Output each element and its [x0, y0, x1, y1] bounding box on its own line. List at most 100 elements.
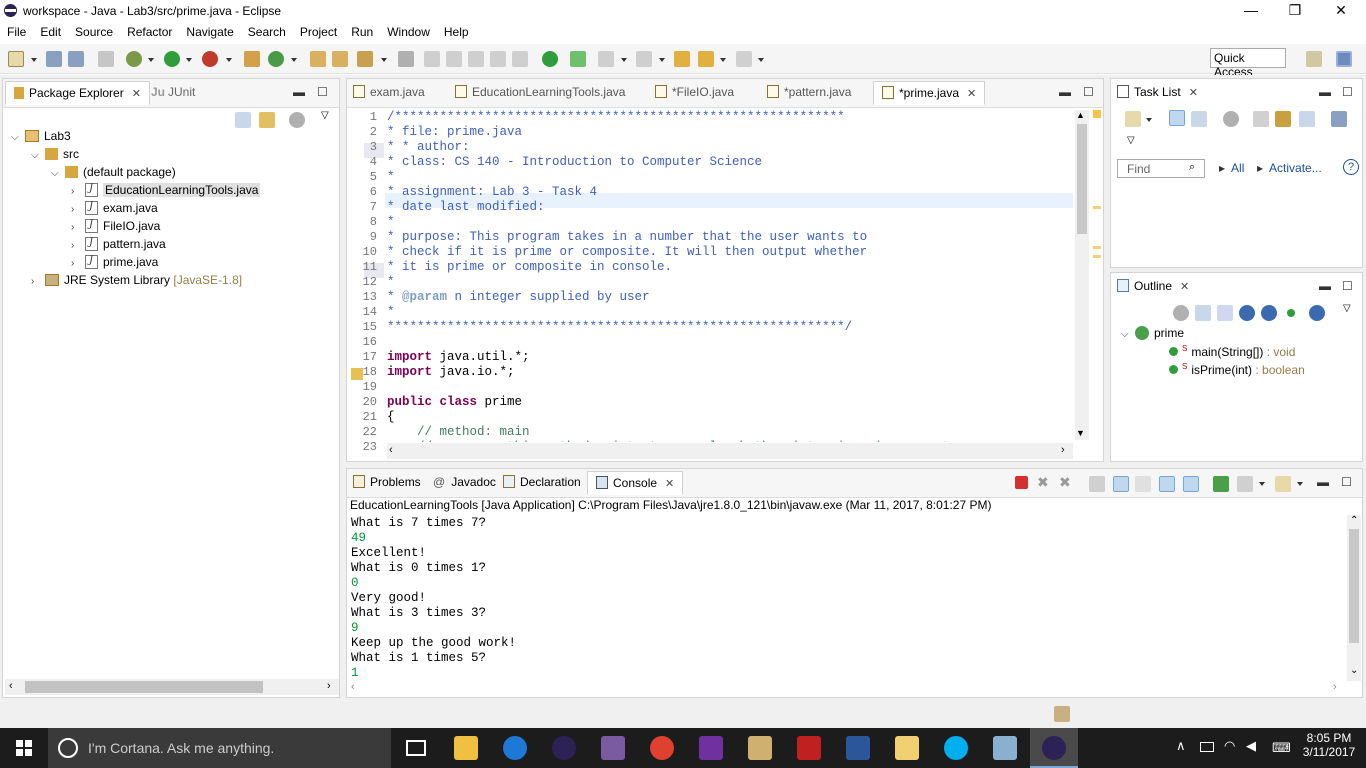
scroll-right-icon[interactable]: ›	[1333, 681, 1337, 693]
close-icon[interactable]: ✕	[1180, 281, 1189, 293]
tab-educationlearningtools-java[interactable]: EducationLearningTools.java	[455, 85, 625, 99]
display-console-dropdown-icon[interactable]	[1259, 482, 1265, 486]
console-horizontal-scrollbar[interactable]: ‹ ›	[347, 681, 1347, 697]
all-filter-link[interactable]: ▸ All	[1219, 161, 1244, 175]
debug-icon[interactable]	[126, 51, 142, 67]
menu-refactor[interactable]: Refactor	[120, 22, 179, 39]
show-on-output-icon[interactable]	[1159, 476, 1175, 492]
marker-icon[interactable]	[1093, 206, 1101, 209]
menu-search[interactable]: Search	[241, 22, 293, 39]
chevron-down-icon[interactable]: ⌵	[11, 132, 25, 143]
hide-local-types-icon[interactable]	[1309, 305, 1325, 321]
open-perspective-icon[interactable]	[1306, 51, 1322, 67]
green-square-icon[interactable]	[570, 51, 586, 67]
search-icon[interactable]: ⌕	[1189, 161, 1195, 174]
scroll-lock-icon[interactable]	[1113, 476, 1129, 492]
active-eclipse-taskbar-item[interactable]	[1030, 728, 1078, 768]
filter-icon[interactable]	[1223, 111, 1239, 127]
search-dropdown-icon[interactable]	[381, 58, 387, 62]
prev-annotation-icon[interactable]	[636, 51, 652, 67]
display-console-icon[interactable]	[1237, 476, 1253, 492]
prev-annotation-dropdown-icon[interactable]	[659, 58, 665, 62]
scroll-right-icon[interactable]: ›	[327, 680, 331, 692]
clear-console-icon[interactable]	[1089, 476, 1105, 492]
view-menu-icon[interactable]: ▽	[1127, 135, 1135, 146]
open-console-dropdown-icon[interactable]	[1297, 482, 1303, 486]
open-task-icon[interactable]	[332, 51, 348, 67]
run-icon[interactable]	[164, 51, 180, 67]
marker-icon[interactable]	[1093, 255, 1101, 258]
terminate-icon[interactable]	[1015, 476, 1028, 489]
tab-javadoc[interactable]: @ Javadoc	[433, 475, 496, 489]
scrollbar-thumb[interactable]	[25, 681, 263, 693]
forward-icon[interactable]	[736, 51, 752, 67]
volume-icon[interactable]: ◀	[1246, 738, 1256, 754]
external-tools-icon[interactable]	[202, 51, 218, 67]
chevron-right-icon[interactable]: ›	[71, 240, 85, 251]
tab-task-list[interactable]: Task List ✕	[1117, 85, 1198, 99]
show-hidden-icons-icon[interactable]: ∧	[1176, 738, 1186, 754]
skype-icon[interactable]	[944, 736, 968, 760]
tree-file[interactable]: › FileIO.java	[71, 219, 160, 233]
console-vertical-scrollbar[interactable]: ⌃ ⌄	[1347, 515, 1361, 681]
tree-project[interactable]: ⌵ Lab3	[11, 129, 71, 143]
file-explorer-icon[interactable]	[454, 736, 478, 760]
forward-dropdown-icon[interactable]	[758, 58, 764, 62]
new-dropdown-icon[interactable]	[31, 58, 37, 62]
tab-junit[interactable]: Ju JUnit	[151, 85, 195, 99]
categorized-icon[interactable]	[1169, 110, 1185, 126]
tree-jre[interactable]: › JRE System Library [JavaSE-1.8]	[31, 273, 242, 287]
tab-declaration[interactable]: Declaration	[503, 475, 581, 489]
outline-method[interactable]: Smain(String[]) : void	[1169, 344, 1295, 359]
new-task-dropdown-icon[interactable]	[1146, 118, 1152, 122]
scroll-up-icon[interactable]: ▲	[1076, 110, 1085, 120]
new-class-dropdown-icon[interactable]	[291, 58, 297, 62]
menu-navigate[interactable]: Navigate	[179, 22, 240, 39]
tab-pattern-java[interactable]: *pattern.java	[767, 85, 851, 99]
chevron-down-icon[interactable]: ⌵	[51, 168, 65, 179]
menu-window[interactable]: Window	[380, 22, 437, 39]
onenote-icon[interactable]	[699, 736, 723, 760]
warning-marker-icon[interactable]	[1093, 110, 1101, 118]
tab-console[interactable]: Console ✕	[587, 471, 684, 495]
maximize-button[interactable]: ❐	[1272, 0, 1318, 22]
pin-console-icon[interactable]	[1213, 476, 1229, 492]
maximize-view-icon[interactable]: ☐	[1083, 85, 1094, 99]
close-icon[interactable]: ✕	[1189, 87, 1198, 99]
paint-icon[interactable]	[748, 736, 772, 760]
link-with-editor-icon[interactable]	[259, 112, 275, 128]
java-perspective-icon[interactable]	[1336, 51, 1352, 67]
battery-icon[interactable]	[1200, 742, 1214, 752]
keyboard-icon[interactable]: ⌨	[1272, 740, 1291, 756]
block-selection-icon[interactable]	[446, 51, 462, 67]
last-edit-icon[interactable]	[674, 51, 690, 67]
tab-fileio-java[interactable]: *FileIO.java	[655, 85, 734, 99]
hide-static-icon[interactable]	[1261, 305, 1277, 321]
acrobat-icon[interactable]	[797, 736, 821, 760]
view-menu-icon[interactable]: ▽	[1343, 303, 1351, 314]
tab-outline[interactable]: Outline ✕	[1117, 279, 1189, 293]
activate-link[interactable]: ▸ Activate...	[1257, 161, 1322, 175]
filter-icon[interactable]	[1173, 305, 1189, 321]
maximize-view-icon[interactable]: ☐	[1342, 279, 1353, 293]
cortana-search-box[interactable]: I'm Cortana. Ask me anything.	[48, 728, 391, 768]
pen-icon[interactable]	[424, 51, 440, 67]
synchronize-icon[interactable]	[1275, 111, 1291, 127]
scroll-right-icon[interactable]: ›	[1061, 444, 1065, 456]
close-icon[interactable]: ✕	[665, 478, 674, 490]
new-task-icon[interactable]	[1125, 111, 1141, 127]
chevron-down-icon[interactable]: ⌵	[1121, 329, 1135, 340]
chevron-down-icon[interactable]: ⌵	[31, 150, 45, 161]
console-output[interactable]: What is 7 times 7? 49 Excellent! What is 0 …	[347, 513, 1347, 681]
minimize-view-icon[interactable]: ▬	[1317, 475, 1329, 489]
remove-launch-icon[interactable]: ✖	[1037, 475, 1053, 491]
chevron-right-icon[interactable]: ›	[71, 204, 85, 215]
scroll-down-icon[interactable]: ⌄	[1350, 665, 1358, 676]
notepad-icon[interactable]	[993, 736, 1017, 760]
background-tasks-icon[interactable]	[1054, 706, 1070, 722]
green-dot-icon[interactable]	[542, 51, 558, 67]
chevron-right-icon[interactable]: ›	[71, 222, 85, 233]
debug-dropdown-icon[interactable]	[148, 58, 154, 62]
scrollbar-thumb[interactable]	[1349, 529, 1359, 643]
back-dropdown-icon[interactable]	[720, 58, 726, 62]
